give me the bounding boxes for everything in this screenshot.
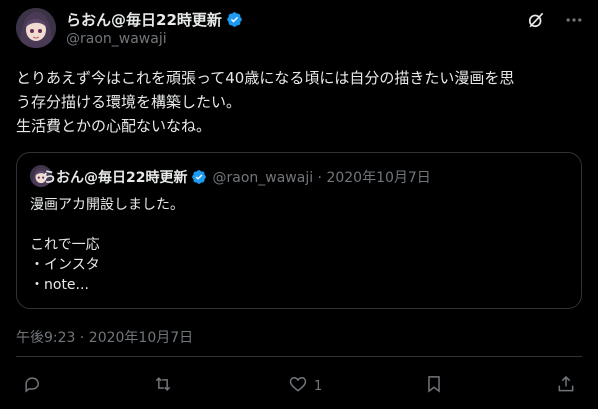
like-button[interactable]: 1	[288, 374, 322, 398]
bookmark-icon	[424, 374, 444, 398]
verified-icon	[191, 169, 208, 186]
like-icon	[288, 374, 308, 398]
author-handle[interactable]: @raon_wawaji	[66, 31, 167, 47]
like-count: 1	[314, 378, 323, 394]
more-icon[interactable]	[564, 10, 584, 30]
reply-icon	[22, 374, 42, 398]
reply-button[interactable]	[22, 374, 42, 398]
verified-icon	[226, 11, 243, 28]
author-name-row[interactable]: らおん@毎日22時更新	[66, 9, 243, 30]
bookmark-button[interactable]	[424, 374, 444, 398]
quoted-tweet-text: 漫画アカ開設しました。 これで一応 ・インスタ ・note...	[30, 197, 184, 293]
quoted-tweet-meta: @raon_wawaji · 2020年10月7日	[212, 170, 431, 186]
divider	[16, 356, 582, 357]
share-button[interactable]	[556, 374, 576, 398]
quoted-author-name: らおん@毎日22時更新	[42, 170, 188, 186]
tweet-header-actions	[526, 10, 584, 30]
tweet-timestamp[interactable]: 午後9:23 · 2020年10月7日	[16, 327, 193, 347]
quoted-tweet-header: らおん@毎日22時更新 @raon_wawaji · 2020年10月7日	[42, 167, 431, 187]
tweet-actions-bar: 1	[16, 374, 582, 400]
author-display-name[interactable]: らおん@毎日22時更新	[66, 9, 222, 30]
tweet-text: とりあえず今はこれを頑張って40歳になる頃には自分の描きたい漫画を思 う存分描け…	[16, 69, 515, 135]
retweet-icon	[153, 374, 173, 398]
retweet-button[interactable]	[153, 374, 173, 398]
author-avatar[interactable]	[16, 8, 56, 48]
share-icon	[556, 374, 576, 398]
grok-icon[interactable]	[526, 10, 546, 30]
